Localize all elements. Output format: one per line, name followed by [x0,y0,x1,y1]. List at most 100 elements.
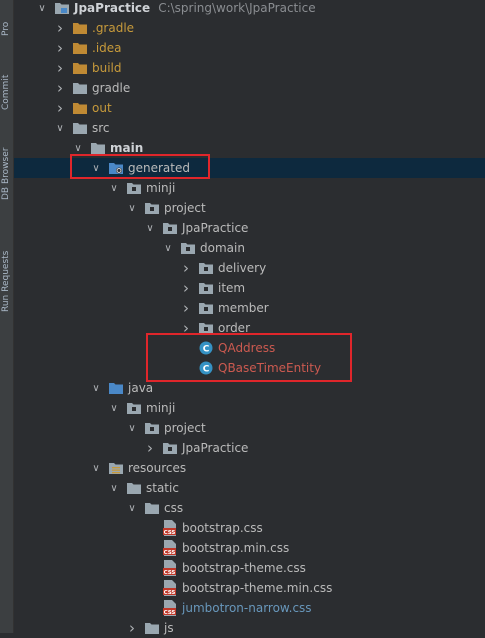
tree-node-label: JpaPractice [182,441,249,455]
chevron-right-icon[interactable]: › [54,18,66,38]
chevron-right-icon[interactable]: › [54,78,66,98]
svg-text:CSS: CSS [164,590,176,596]
arrow-spacer [144,558,156,578]
tree-node-label: generated [128,161,190,175]
chevron-right-icon[interactable]: › [144,438,156,458]
tree-node[interactable]: › .idea [14,38,485,58]
chevron-down-icon[interactable]: ∨ [126,198,138,218]
chevron-down-icon[interactable]: ∨ [108,398,120,418]
svg-text:CSS: CSS [164,610,176,616]
css-file-icon: CSS [162,560,178,576]
side-tab-run-requests[interactable]: Run Requests [1,226,12,312]
tree-node[interactable]: CSS bootstrap.css [14,518,485,538]
tree-node[interactable]: ∨ minji [14,398,485,418]
tree-node-label: bootstrap-theme.css [182,561,306,575]
tree-node[interactable]: CSS jumbotron-narrow.css [14,598,485,618]
tree-node-label: java [128,381,154,395]
chevron-right-icon[interactable]: › [180,298,192,318]
chevron-right-icon[interactable]: › [180,278,192,298]
tree-node-label: minji [146,401,176,415]
chevron-down-icon[interactable]: ∨ [54,118,66,138]
folder-icon [90,140,106,156]
tree-node[interactable]: ∨ resources [14,458,485,478]
tree-node-label: project [164,201,206,215]
side-tab-db-browser[interactable]: DB Browser [1,128,12,200]
folder-orange-icon [72,100,88,116]
tree-node[interactable]: ∨ main [14,138,485,158]
tree-node[interactable]: C QBaseTimeEntity [14,358,485,378]
tree-node[interactable]: › out [14,98,485,118]
svg-text:C: C [203,365,210,375]
tree-node[interactable]: ∨ JpaPractice C:\spring\work\JpaPractice [14,0,485,18]
tree-node-label: bootstrap.min.css [182,541,290,555]
chevron-right-icon[interactable]: › [180,258,192,278]
tree-node[interactable]: ∨ static [14,478,485,498]
chevron-down-icon[interactable]: ∨ [90,158,102,178]
tree-node[interactable]: ∨ generated [14,158,485,178]
tree-node-label: jumbotron-narrow.css [182,601,312,615]
tree-node[interactable]: C QAddress [14,338,485,358]
tree-node[interactable]: › order [14,318,485,338]
tree-node[interactable]: CSS bootstrap-theme.css [14,558,485,578]
chevron-down-icon[interactable]: ∨ [144,218,156,238]
tree-node[interactable]: CSS bootstrap.min.css [14,538,485,558]
tree-node[interactable]: ∨ project [14,418,485,438]
chevron-down-icon[interactable]: ∨ [90,458,102,478]
tree-node-label: delivery [218,261,267,275]
svg-text:CSS: CSS [164,530,176,536]
chevron-down-icon[interactable]: ∨ [126,498,138,518]
tree-node[interactable]: › gradle [14,78,485,98]
chevron-right-icon[interactable]: › [180,318,192,338]
tree-node-label: QAddress [218,341,276,355]
chevron-down-icon[interactable]: ∨ [108,478,120,498]
tree-node[interactable]: › JpaPractice [14,438,485,458]
side-tab-commit[interactable]: Commit [1,48,12,110]
tree-node[interactable]: › item [14,278,485,298]
package-icon [180,240,196,256]
tree-node[interactable]: › .gradle [14,18,485,38]
tree-node[interactable]: › member [14,298,485,318]
arrow-spacer [180,358,192,378]
svg-text:C: C [203,345,210,355]
project-tree[interactable]: ∨ JpaPractice C:\spring\work\JpaPractice ›.… [14,0,485,637]
tree-node-label: build [92,61,122,75]
tree-node-label: bootstrap-theme.min.css [182,581,333,595]
tree-node[interactable]: CSS bootstrap-theme.min.css [14,578,485,598]
tree-node-label: .gradle [92,21,135,35]
tree-node[interactable]: ∨ src [14,118,485,138]
folder-orange-icon [72,60,88,76]
arrow-spacer [144,578,156,598]
tool-window-strip: Pro Commit DB Browser Run Requests [0,0,14,633]
chevron-down-icon[interactable]: ∨ [126,418,138,438]
chevron-down-icon[interactable]: ∨ [108,178,120,198]
svg-text:CSS: CSS [164,550,176,556]
tree-node[interactable]: ∨ domain [14,238,485,258]
css-file-icon: CSS [162,600,178,616]
chevron-down-icon[interactable]: ∨ [36,0,48,18]
tree-node[interactable]: › build [14,58,485,78]
tree-node[interactable]: › js [14,618,485,638]
folder-orange-icon [72,20,88,36]
chevron-down-icon[interactable]: ∨ [72,138,84,158]
tree-node[interactable]: ∨ project [14,198,485,218]
tree-node-label: QBaseTimeEntity [218,361,322,375]
tree-node[interactable]: › delivery [14,258,485,278]
package-icon [162,440,178,456]
css-file-icon: CSS [162,520,178,536]
chevron-right-icon[interactable]: › [54,58,66,78]
chevron-right-icon[interactable]: › [54,38,66,58]
tree-node[interactable]: ∨ css [14,498,485,518]
tree-node-label: domain [200,241,245,255]
folder-icon [144,500,160,516]
tree-node-label: project [164,421,206,435]
chevron-down-icon[interactable]: ∨ [162,238,174,258]
arrow-spacer [144,538,156,558]
chevron-right-icon[interactable]: › [54,98,66,118]
tree-node[interactable]: ∨ java [14,378,485,398]
tree-node[interactable]: ∨ minji [14,178,485,198]
chevron-down-icon[interactable]: ∨ [90,378,102,398]
side-tab-project[interactable]: Pro [1,0,12,36]
tree-node[interactable]: ∨ JpaPractice [14,218,485,238]
chevron-right-icon[interactable]: › [126,618,138,638]
css-file-icon: CSS [162,540,178,556]
